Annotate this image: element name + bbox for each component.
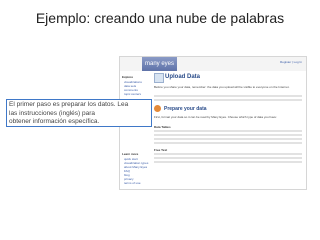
sidebar-section-learn: Learn more xyxy=(122,152,139,156)
slide-title: Ejemplo: creando una nube de palabras xyxy=(35,10,285,26)
upload-icon xyxy=(154,73,164,83)
step-title: Prepare your data xyxy=(164,106,207,112)
text-line xyxy=(154,157,302,159)
page-title: Upload Data xyxy=(165,74,201,80)
text-line xyxy=(154,153,302,155)
site-sidebar: Explore visualizations data sets comment… xyxy=(120,73,150,189)
site-header: many eyes Register | Log In xyxy=(120,57,306,71)
callout-line-2: las instrucciones (inglés) para xyxy=(9,109,95,117)
text-line xyxy=(154,134,302,136)
text-line xyxy=(154,138,302,140)
site-logo[interactable]: many eyes xyxy=(142,57,178,71)
login-link[interactable]: Register | Log In xyxy=(280,60,302,64)
callout-line-1: El primer paso es preparar los datos. Le… xyxy=(9,101,129,108)
step-text: First, format your data so it can be rea… xyxy=(154,115,277,119)
subheading-free-text: Free Text xyxy=(154,148,168,152)
callout-line-3: obtener información específica. xyxy=(9,118,100,125)
text-line xyxy=(154,161,302,163)
site-content: Upload Data Before you share your data, … xyxy=(154,73,304,189)
sidebar-item[interactable]: terms of use xyxy=(124,181,141,185)
text-line xyxy=(154,95,302,97)
intro-text: Before you share your data, remember: th… xyxy=(154,85,290,89)
sidebar-item[interactable]: topic centers xyxy=(124,92,141,96)
sidebar-section-explore: Explore xyxy=(122,75,134,79)
text-line xyxy=(154,99,302,101)
text-line xyxy=(154,142,302,144)
subheading-data-tables: Data Tables xyxy=(154,125,171,129)
step-number-icon xyxy=(154,105,161,112)
text-line xyxy=(154,130,302,132)
callout-box: El primer paso es preparar los datos. Le… xyxy=(6,99,152,127)
